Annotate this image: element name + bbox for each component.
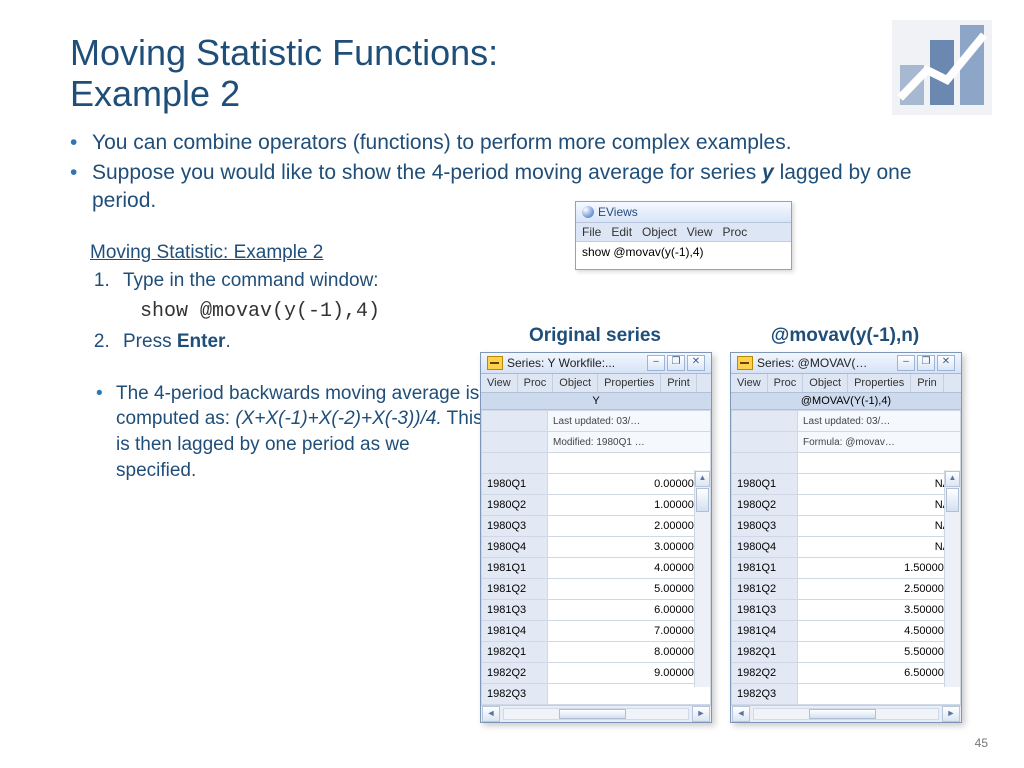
step-1: Type in the command window: — [115, 270, 964, 292]
series-toolbar: ViewProcObjectPropertiesPrint — [481, 374, 711, 393]
date-cell: 1980Q2 — [732, 495, 798, 516]
value-cell: 7.000000 — [548, 621, 711, 642]
date-cell: 1980Q1 — [732, 474, 798, 495]
vertical-scrollbar: ▲ — [944, 470, 960, 687]
cmdwin-title: EViews — [576, 202, 791, 223]
close-icon: ✕ — [937, 355, 955, 371]
original-series-label: Original series — [480, 325, 710, 347]
value-cell: 4.500000 — [798, 621, 961, 642]
date-cell: 1981Q1 — [732, 558, 798, 579]
date-cell: 1980Q3 — [482, 516, 548, 537]
eviews-command-window: EViews FileEditObjectViewProc show @mova… — [575, 201, 792, 270]
series-header: @MOVAV(Y(-1),4) — [731, 393, 961, 410]
date-cell: 1982Q1 — [732, 642, 798, 663]
minimize-icon: – — [897, 355, 915, 371]
horizontal-scrollbar: ◄► — [481, 705, 711, 722]
value-cell: 2.000000 — [548, 516, 711, 537]
series-icon — [487, 356, 503, 370]
date-cell: 1980Q1 — [482, 474, 548, 495]
value-cell: 2.500000 — [798, 579, 961, 600]
date-cell: 1980Q4 — [482, 537, 548, 558]
value-cell: 5.500000 — [798, 642, 961, 663]
vertical-scrollbar: ▲ — [694, 470, 710, 687]
bullet-1: You can combine operators (functions) to… — [70, 129, 964, 157]
date-cell: 1981Q4 — [732, 621, 798, 642]
date-cell: 1982Q3 — [732, 684, 798, 705]
example-subhead: Moving Statistic: Example 2 — [90, 242, 964, 264]
value-cell: 5.000000 — [548, 579, 711, 600]
value-cell: 6.000000 — [548, 600, 711, 621]
series-toolbar: ViewProcObjectPropertiesPrin — [731, 374, 961, 393]
restore-icon: ❐ — [917, 355, 935, 371]
date-cell: 1980Q3 — [732, 516, 798, 537]
value-cell: 9.000000 — [548, 663, 711, 684]
value-cell — [798, 684, 961, 705]
close-icon: ✕ — [687, 355, 705, 371]
cmdwin-menubar: FileEditObjectViewProc — [576, 223, 791, 242]
minimize-icon: – — [647, 355, 665, 371]
command-code: show @movav(y(-1),4) — [140, 300, 964, 323]
value-cell: NA — [798, 495, 961, 516]
value-cell: NA — [798, 516, 961, 537]
slide-title: Moving Statistic Functions:Example 2 — [70, 32, 870, 115]
value-cell: 3.500000 — [798, 600, 961, 621]
date-cell: 1981Q2 — [482, 579, 548, 600]
date-cell: 1982Q3 — [482, 684, 548, 705]
cmdwin-input: show @movav(y(-1),4) — [576, 242, 791, 269]
series-grid: Last updated: 03/… Formula: @movav… 1980… — [731, 410, 961, 705]
series-grid: Last updated: 03/… Modified: 1980Q1 … 19… — [481, 410, 711, 705]
date-cell: 1981Q4 — [482, 621, 548, 642]
date-cell: 1982Q2 — [482, 663, 548, 684]
value-cell — [548, 684, 711, 705]
series-header: Y — [481, 393, 711, 410]
date-cell: 1981Q3 — [732, 600, 798, 621]
date-cell: 1981Q3 — [482, 600, 548, 621]
date-cell: 1981Q2 — [732, 579, 798, 600]
value-cell: NA — [798, 537, 961, 558]
bullet-2: Suppose you would like to show the 4-per… — [70, 159, 964, 216]
date-cell: 1980Q4 — [732, 537, 798, 558]
date-cell: 1980Q2 — [482, 495, 548, 516]
value-cell: 4.000000 — [548, 558, 711, 579]
date-cell: 1982Q1 — [482, 642, 548, 663]
value-cell: NA — [798, 474, 961, 495]
restore-icon: ❐ — [667, 355, 685, 371]
horizontal-scrollbar: ◄► — [731, 705, 961, 722]
value-cell: 1.500000 — [798, 558, 961, 579]
date-cell: 1982Q2 — [732, 663, 798, 684]
date-cell: 1981Q1 — [482, 558, 548, 579]
value-cell: 8.000000 — [548, 642, 711, 663]
page-number: 45 — [975, 736, 988, 750]
corner-logo — [892, 20, 992, 115]
value-cell: 1.000000 — [548, 495, 711, 516]
value-cell: 6.500000 — [798, 663, 961, 684]
value-cell: 0.000000 — [548, 474, 711, 495]
value-cell: 3.000000 — [548, 537, 711, 558]
explain-bullet: The 4-period backwards moving average is… — [70, 381, 486, 484]
movav-series-label: @movav(y(-1),n) — [730, 325, 960, 347]
movav-series-window: Series: @MOVAV(… – ❐ ✕ ViewProcObjectPro… — [730, 352, 962, 723]
series-icon — [737, 356, 753, 370]
original-series-window: Series: Y Workfile:... – ❐ ✕ ViewProcObj… — [480, 352, 712, 723]
